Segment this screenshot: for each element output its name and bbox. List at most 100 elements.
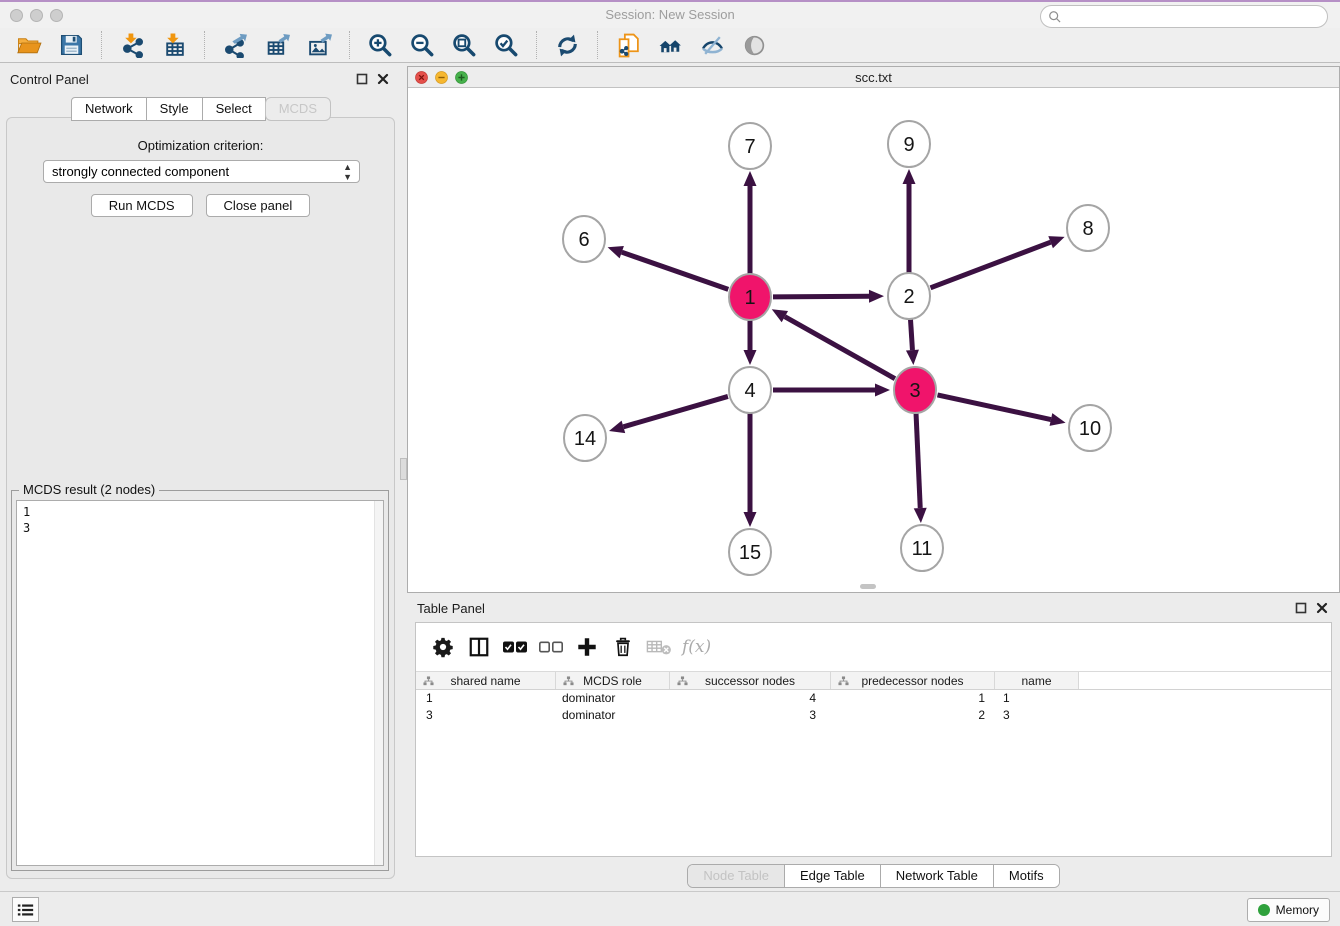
control-panel-title: Control Panel bbox=[10, 72, 89, 87]
tab-edge-table[interactable]: Edge Table bbox=[785, 865, 881, 887]
zoom-out-button[interactable] bbox=[407, 30, 437, 60]
edge-2-8[interactable] bbox=[931, 242, 1051, 288]
import-table-button[interactable] bbox=[159, 30, 189, 60]
network-from-file-icon bbox=[616, 33, 641, 58]
export-table-button[interactable] bbox=[262, 30, 292, 60]
toolbar-separator bbox=[597, 31, 598, 59]
tab-network[interactable]: Network bbox=[71, 97, 147, 121]
edge-arrowhead bbox=[906, 350, 919, 365]
birds-eye-view-button[interactable] bbox=[739, 30, 769, 60]
column-header-MCDS-role[interactable]: MCDS role bbox=[556, 672, 670, 689]
refresh-button[interactable] bbox=[552, 30, 582, 60]
tab-motifs[interactable]: Motifs bbox=[994, 865, 1059, 887]
control-panel: Control Panel NetworkStyleSelectMCDS Opt… bbox=[0, 66, 401, 889]
split-view-icon bbox=[468, 636, 490, 658]
edge-arrowhead bbox=[1050, 413, 1066, 426]
column-header-shared-name[interactable]: shared name bbox=[416, 672, 556, 689]
toolbar-separator bbox=[536, 31, 537, 59]
import-network-button[interactable] bbox=[117, 30, 147, 60]
close-panel-icon[interactable] bbox=[1316, 601, 1328, 613]
network-from-file-button[interactable] bbox=[613, 30, 643, 60]
optimization-criterion-label: Optimization criterion: bbox=[7, 138, 394, 153]
criterion-value: strongly connected component bbox=[52, 164, 229, 179]
split-view-button[interactable] bbox=[466, 634, 492, 660]
table-row[interactable]: 3dominator323 bbox=[416, 707, 1331, 724]
tab-style[interactable]: Style bbox=[146, 97, 203, 121]
show-network-overview-icon bbox=[658, 33, 683, 58]
edge-arrowhead bbox=[875, 384, 890, 397]
network-window-title: scc.txt bbox=[408, 70, 1339, 85]
table-cell: 3 bbox=[416, 707, 556, 724]
run-mcds-button[interactable]: Run MCDS bbox=[91, 194, 193, 217]
toolbar-separator bbox=[101, 31, 102, 59]
deselect-all-button[interactable] bbox=[538, 634, 564, 660]
edge-3-11[interactable] bbox=[916, 413, 920, 508]
edge-2-3[interactable] bbox=[910, 319, 912, 350]
zoom-in-icon bbox=[368, 33, 393, 58]
table-toolbar: f(x) bbox=[416, 623, 1331, 671]
table-cell: 4 bbox=[670, 690, 831, 707]
node-label-9: 9 bbox=[903, 134, 914, 156]
edge-3-1[interactable] bbox=[785, 317, 895, 379]
zoom-in-button[interactable] bbox=[365, 30, 395, 60]
edge-1-6[interactable] bbox=[622, 252, 729, 289]
edge-arrowhead bbox=[744, 350, 757, 365]
tab-select[interactable]: Select bbox=[202, 97, 266, 121]
close-panel-button[interactable]: Close panel bbox=[206, 194, 311, 217]
edge-4-14[interactable] bbox=[623, 396, 728, 426]
network-window-titlebar[interactable]: scc.txt bbox=[408, 67, 1339, 88]
show-panels-list-button[interactable] bbox=[12, 897, 39, 922]
criterion-dropdown[interactable]: strongly connected component ▲▼ bbox=[43, 160, 360, 183]
network-horizontal-scrollbar[interactable] bbox=[860, 584, 876, 589]
zoom-out-icon bbox=[410, 33, 435, 58]
tab-node-table[interactable]: Node Table bbox=[688, 865, 785, 887]
table-options-button[interactable] bbox=[430, 634, 456, 660]
zoom-fit-icon bbox=[452, 33, 477, 58]
mcds-result-text[interactable]: 13 bbox=[16, 500, 384, 866]
column-header-successor-nodes[interactable]: successor nodes bbox=[670, 672, 831, 689]
column-header-predecessor-nodes[interactable]: predecessor nodes bbox=[831, 672, 995, 689]
delete-button[interactable] bbox=[610, 634, 636, 660]
table-panel: Table Panel f(x) shared nameMCDS rolesuc… bbox=[407, 595, 1340, 891]
memory-button[interactable]: Memory bbox=[1247, 898, 1330, 922]
hide-graphics-details-button[interactable] bbox=[697, 30, 727, 60]
edge-arrowhead bbox=[903, 169, 916, 184]
float-panel-icon[interactable] bbox=[1295, 601, 1307, 613]
export-image-icon bbox=[307, 33, 332, 58]
edge-3-10[interactable] bbox=[937, 395, 1050, 420]
show-network-overview-button[interactable] bbox=[655, 30, 685, 60]
float-panel-icon[interactable] bbox=[356, 72, 368, 84]
dropdown-stepper-icon: ▲▼ bbox=[343, 162, 352, 182]
node-label-15: 15 bbox=[739, 542, 761, 564]
network-view-window: scc.txt 7968124314101511 bbox=[407, 66, 1340, 593]
search-icon bbox=[1048, 10, 1062, 24]
mcds-result-scrollbar[interactable] bbox=[374, 501, 383, 865]
function-builder-button[interactable]: f(x) bbox=[682, 634, 711, 660]
network-canvas[interactable]: 7968124314101511 bbox=[408, 88, 1339, 591]
open-file-button[interactable] bbox=[14, 30, 44, 60]
toolbar-separator bbox=[349, 31, 350, 59]
edge-arrowhead bbox=[1048, 236, 1064, 248]
search-field[interactable] bbox=[1040, 5, 1328, 28]
zoom-selected-button[interactable] bbox=[491, 30, 521, 60]
zoom-fit-button[interactable] bbox=[449, 30, 479, 60]
table-header-row: shared nameMCDS rolesuccessor nodesprede… bbox=[416, 671, 1331, 690]
node-label-11: 11 bbox=[912, 538, 933, 560]
table-row[interactable]: 1dominator411 bbox=[416, 690, 1331, 707]
delete-table-button[interactable] bbox=[646, 634, 672, 660]
save-session-button[interactable] bbox=[56, 30, 86, 60]
add-button[interactable] bbox=[574, 634, 600, 660]
export-image-button[interactable] bbox=[304, 30, 334, 60]
select-all-button[interactable] bbox=[502, 634, 528, 660]
edge-1-2[interactable] bbox=[773, 296, 869, 297]
main-toolbar bbox=[0, 28, 1340, 63]
table-panel-header: Table Panel bbox=[407, 595, 1340, 621]
export-network-button[interactable] bbox=[220, 30, 250, 60]
edge-arrowhead bbox=[744, 512, 757, 527]
search-input[interactable] bbox=[1062, 10, 1327, 24]
tab-network-table[interactable]: Network Table bbox=[881, 865, 994, 887]
tab-mcds[interactable]: MCDS bbox=[265, 97, 331, 121]
column-header-name[interactable]: name bbox=[995, 672, 1079, 689]
close-panel-icon[interactable] bbox=[377, 72, 389, 84]
splitter-handle[interactable] bbox=[400, 458, 407, 480]
